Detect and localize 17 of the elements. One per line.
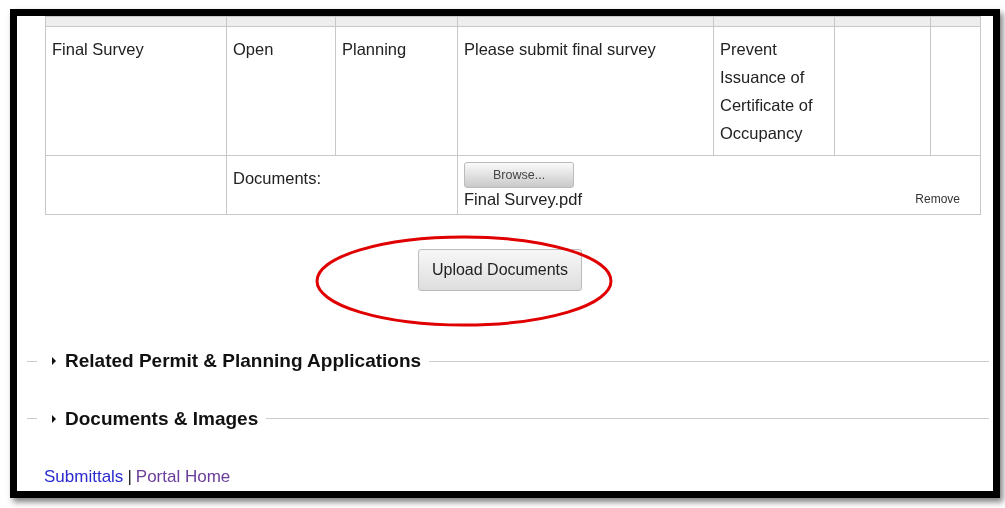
remove-link[interactable]: Remove (915, 188, 960, 210)
footer-link[interactable]: Portal Home (135, 464, 231, 490)
file-name: Final Survey.pdf (464, 189, 582, 210)
footer-link[interactable]: Submittals (44, 464, 124, 490)
table-cell: Final Survey (52, 40, 144, 58)
upload-documents-button[interactable]: Upload Documents (417, 249, 583, 291)
table-cell: Prevent Issuance of Certificate of Occupancy (720, 40, 813, 142)
browse-button[interactable]: Browse... (464, 162, 575, 188)
table-cell: Planning (342, 40, 407, 58)
separator: | (127, 466, 132, 488)
documents-label: Documents: (233, 169, 322, 187)
caret-right-icon[interactable] (51, 357, 57, 366)
caret-right-icon[interactable] (51, 414, 57, 423)
table-cell: Please submit final survey (464, 40, 656, 58)
table-cell: Open (233, 40, 274, 58)
section-title[interactable]: Documents & Images (65, 404, 259, 433)
section-title[interactable]: Related Permit & Planning Applications (65, 347, 422, 376)
